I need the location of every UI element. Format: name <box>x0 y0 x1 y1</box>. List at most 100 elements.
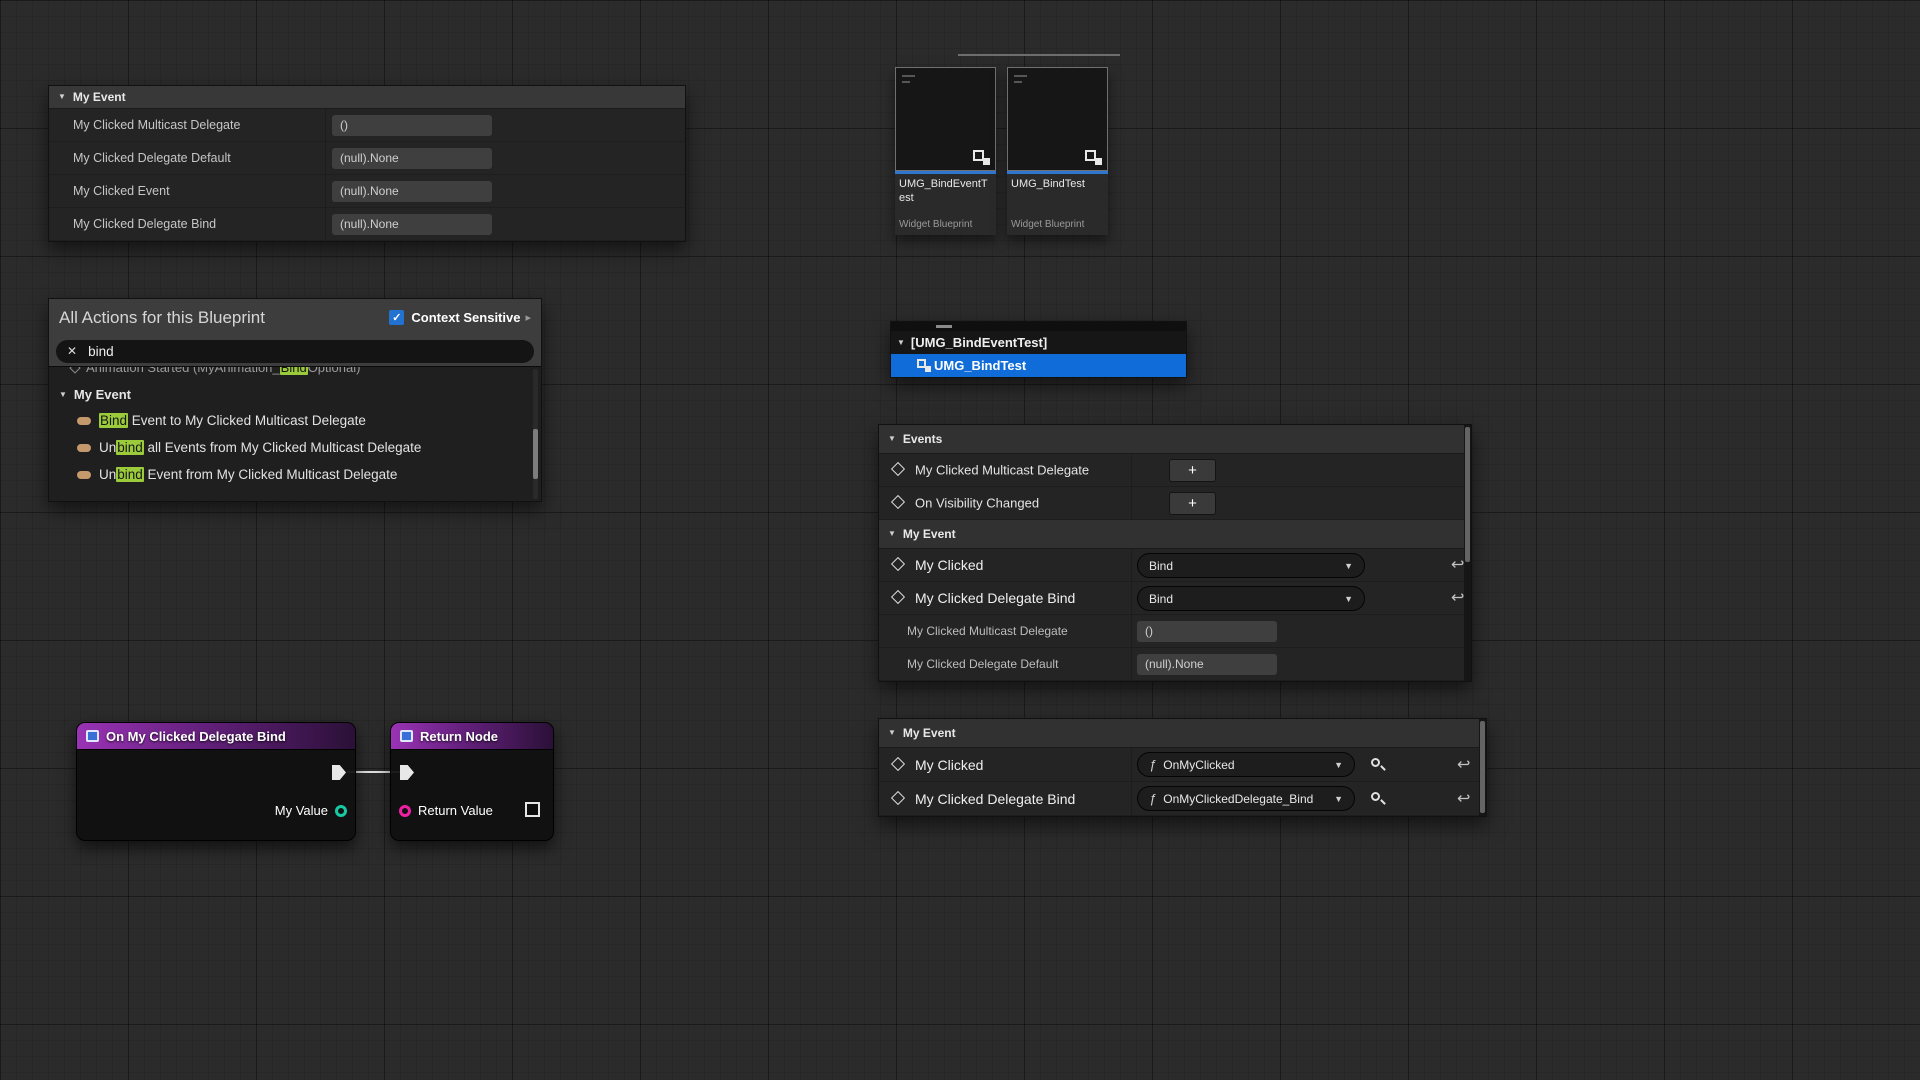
chevron-down-icon: ▼ <box>1344 561 1353 571</box>
details-scrollbar[interactable] <box>1479 719 1486 816</box>
function-binding-dropdown[interactable]: ƒ OnMyClicked ▼ <box>1137 752 1355 777</box>
event-label: On Visibility Changed <box>915 496 1039 511</box>
function-binding-dropdown[interactable]: ƒ OnMyClickedDelegate_Bind ▼ <box>1137 786 1355 811</box>
category-header-my-event[interactable]: ▼ My Event <box>49 86 685 109</box>
reset-to-default-icon[interactable]: ↩ <box>1457 788 1470 808</box>
hierarchy-root-label: [UMG_BindEventTest] <box>911 335 1047 350</box>
asset-label: UMG_BindTest Widget Blueprint <box>1007 171 1108 235</box>
column-divider <box>325 208 326 240</box>
node-title: On My Clicked Delegate Bind <box>106 729 286 744</box>
context-sensitive-checkbox[interactable]: ✓ <box>389 310 404 325</box>
property-value-field[interactable]: () <box>1137 621 1277 642</box>
property-value-field[interactable]: () <box>332 115 492 136</box>
binding-dropdown[interactable]: Bind ▼ <box>1137 586 1365 611</box>
scrollbar-thumb[interactable] <box>533 429 538 479</box>
browse-to-function-icon[interactable] <box>1371 792 1384 805</box>
event-diamond-icon <box>891 590 905 604</box>
hierarchy-root-row[interactable]: ▼ [UMG_BindEventTest] <box>891 331 1186 354</box>
collapse-triangle-icon: ▼ <box>59 391 67 399</box>
collapse-triangle-icon: ▼ <box>58 93 66 101</box>
event-label: My Clicked <box>915 757 983 773</box>
return-node-icon <box>400 730 413 742</box>
search-input-value: bind <box>88 344 114 359</box>
delegate-icon <box>77 471 91 479</box>
search-input[interactable]: ✕ bind <box>56 340 534 363</box>
property-label: My Clicked Delegate Default <box>73 151 231 165</box>
dropdown-value: Bind <box>1149 559 1173 573</box>
actions-category-my-event[interactable]: ▼ My Event <box>49 382 541 407</box>
animation-event-icon <box>69 367 80 373</box>
widget-blueprint-icon <box>917 359 931 372</box>
dropdown-value: OnMyClicked <box>1163 758 1234 772</box>
hierarchy-selected-row[interactable]: UMG_BindTest <box>891 354 1186 377</box>
action-item-label: Unbind all Events from My Clicked Multic… <box>99 440 421 455</box>
node-header[interactable]: On My Clicked Delegate Bind <box>77 723 355 750</box>
input-pin-return-value[interactable] <box>399 805 411 817</box>
add-event-button[interactable]: + <box>1169 459 1216 482</box>
property-row: My Clicked Multicast Delegate () <box>49 109 685 142</box>
column-divider <box>1131 487 1132 519</box>
asset-tile-umg-bindeventtest[interactable]: UMG_BindEventTest Widget Blueprint <box>895 67 996 235</box>
asset-label: UMG_BindEventTest Widget Blueprint <box>895 171 996 235</box>
property-value-field[interactable]: (null).None <box>332 214 492 235</box>
exec-input-pin[interactable] <box>400 765 414 780</box>
node-return-node[interactable]: Return Node Return Value <box>390 722 554 841</box>
input-pin-label: Return Value <box>418 803 493 818</box>
expander-chevron-icon[interactable]: ▸ <box>525 311 531 324</box>
category-header-my-event[interactable]: ▼ My Event <box>879 520 1471 549</box>
thumbnail-mini-text <box>902 75 915 77</box>
category-header-my-event[interactable]: ▼ My Event <box>879 719 1486 748</box>
property-value-field[interactable]: (null).None <box>332 148 492 169</box>
node-header[interactable]: Return Node <box>391 723 553 750</box>
asset-name: UMG_BindTest <box>1011 177 1104 191</box>
actions-scrollbar[interactable] <box>533 369 538 499</box>
exec-output-pin[interactable] <box>332 765 346 780</box>
column-divider <box>1131 782 1132 815</box>
property-label: My Clicked Event <box>73 184 170 198</box>
reset-to-default-icon[interactable]: ↩ <box>1457 754 1470 774</box>
collapse-triangle-icon[interactable]: ▼ <box>897 339 905 347</box>
thumbnail-mini-text <box>902 81 910 83</box>
event-label: My Clicked Delegate Bind <box>915 590 1075 606</box>
action-item-bind-event[interactable]: Bind Event to My Clicked Multicast Deleg… <box>49 407 541 434</box>
event-binding-row: My Clicked Delegate Bind Bind ▼ ↩ <box>879 582 1471 615</box>
context-sensitive-label: Context Sensitive <box>411 310 520 325</box>
scrollbar-thumb[interactable] <box>1465 427 1470 562</box>
reset-to-default-icon[interactable]: ↩ <box>1451 588 1464 608</box>
clear-search-icon[interactable]: ✕ <box>67 344 77 358</box>
event-binding-row: My Clicked Delegate Bind ƒ OnMyClickedDe… <box>879 782 1486 816</box>
collapse-triangle-icon: ▼ <box>888 729 896 737</box>
details-panel-top: ▼ My Event My Clicked Multicast Delegate… <box>48 85 686 242</box>
column-divider <box>1131 454 1132 486</box>
output-pin-label: My Value <box>275 803 328 818</box>
column-divider <box>1131 648 1132 680</box>
window-edge-line <box>958 54 1120 56</box>
details-scrollbar[interactable] <box>1464 425 1471 681</box>
widget-hierarchy-panel: ▼ [UMG_BindEventTest] UMG_BindTest <box>890 321 1187 378</box>
reset-to-default-icon[interactable]: ↩ <box>1451 555 1464 575</box>
action-item-unbind-event[interactable]: Unbind Event from My Clicked Multicast D… <box>49 461 541 488</box>
action-item-clipped[interactable]: Animation Started (MyAnimation_BindOptio… <box>49 367 541 382</box>
return-value-checkbox[interactable] <box>525 802 540 817</box>
node-on-my-clicked-delegate-bind[interactable]: On My Clicked Delegate Bind My Value <box>76 722 356 841</box>
binding-dropdown[interactable]: Bind ▼ <box>1137 553 1365 578</box>
category-title: Events <box>903 432 942 446</box>
asset-tile-umg-bindtest[interactable]: UMG_BindTest Widget Blueprint <box>1007 67 1108 235</box>
actions-titlebar: All Actions for this Blueprint ✓ Context… <box>49 299 541 336</box>
category-header-events[interactable]: ▼ Events <box>879 425 1471 454</box>
event-binding-row: My Clicked Bind ▼ ↩ <box>879 549 1471 582</box>
scrollbar-thumb[interactable] <box>1480 721 1485 813</box>
column-divider <box>1131 582 1132 614</box>
property-value-field[interactable]: (null).None <box>1137 654 1277 675</box>
action-item-label: Animation Started (MyAnimation_BindOptio… <box>86 367 360 375</box>
action-item-label: Bind Event to My Clicked Multicast Deleg… <box>99 413 366 428</box>
action-item-unbind-all[interactable]: Unbind all Events from My Clicked Multic… <box>49 434 541 461</box>
column-divider <box>1131 615 1132 647</box>
add-event-button[interactable]: + <box>1169 492 1216 515</box>
output-pin-my-value[interactable] <box>335 805 347 817</box>
property-value-field[interactable]: (null).None <box>332 181 492 202</box>
thumbnail-mini-text <box>1014 75 1027 77</box>
property-label: My Clicked Multicast Delegate <box>73 118 240 132</box>
asset-thumbnail <box>895 67 996 171</box>
browse-to-function-icon[interactable] <box>1371 758 1384 771</box>
